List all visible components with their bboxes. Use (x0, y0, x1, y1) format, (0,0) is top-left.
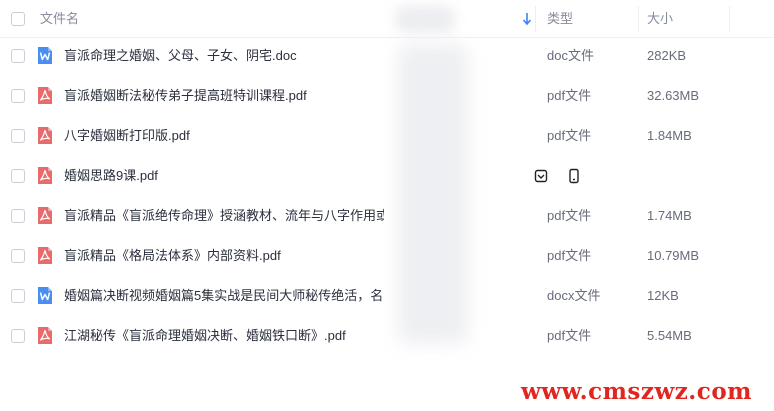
pdf-icon (38, 167, 52, 184)
pdf-icon (38, 247, 52, 264)
pdf-icon (38, 127, 52, 144)
file-size: 1.84MB (647, 128, 692, 143)
file-type: doc文件 (547, 48, 594, 63)
column-header-name[interactable]: 文件名 (40, 0, 79, 38)
file-name[interactable]: 盲派婚姻断法秘传弟子提高班特训课程.pdf (64, 76, 307, 116)
file-row[interactable]: 盲派精品《格局法体系》内部资料.pdf pdf文件 10.79MB (0, 236, 774, 276)
file-name[interactable]: 八字婚姻断打印版.pdf (64, 116, 190, 156)
row-checkbox[interactable] (11, 289, 25, 303)
file-row[interactable]: 盲派命理之婚姻、父母、子女、阴宅.doc doc文件 282KB (0, 36, 774, 76)
redacted-column-area (398, 44, 468, 344)
row-checkbox[interactable] (11, 209, 25, 223)
file-name[interactable]: 江湖秘传《盲派命理婚姻决断、婚姻铁口断》.pdf (64, 316, 346, 356)
row-checkbox[interactable] (11, 89, 25, 103)
column-divider (535, 6, 536, 32)
file-name[interactable]: 盲派精品《格局法体系》内部资料.pdf (64, 236, 281, 276)
file-type: pdf文件 (547, 208, 592, 223)
file-row[interactable]: 江湖秘传《盲派命理婚姻决断、婚姻铁口断》.pdf pdf文件 5.54MB (0, 316, 774, 356)
file-size: 10.79MB (647, 248, 700, 263)
row-checkbox[interactable] (11, 329, 25, 343)
file-size: 1.74MB (647, 208, 692, 223)
file-size: 282KB (647, 48, 687, 63)
file-name[interactable]: 盲派精品《盲派绝传命理》授涵教材、流年与八字作用或... (64, 196, 384, 236)
select-all-checkbox[interactable] (11, 12, 25, 26)
file-name[interactable]: 婚姻篇决断视频婚姻篇5集实战是民间大师秘传绝活，名... (64, 276, 384, 316)
row-checkbox[interactable] (11, 49, 25, 63)
column-divider (638, 6, 639, 32)
file-list-header: 文件名 类型 大小 (0, 0, 774, 38)
row-checkbox[interactable] (11, 129, 25, 143)
file-type: pdf文件 (547, 248, 592, 263)
file-name[interactable]: 婚姻思路9课.pdf (64, 156, 158, 196)
word-icon (38, 287, 52, 304)
column-header-type[interactable]: 类型 (547, 0, 573, 38)
file-type: pdf文件 (547, 328, 592, 343)
word-icon (38, 47, 52, 64)
column-header-size[interactable]: 大小 (647, 0, 673, 38)
file-row[interactable]: 盲派精品《盲派绝传命理》授涵教材、流年与八字作用或... pdf文件 1.74MB (0, 196, 774, 236)
file-size: 12KB (647, 288, 679, 303)
file-size: 32.63MB (647, 88, 700, 103)
row-checkbox[interactable] (11, 249, 25, 263)
row-checkbox[interactable] (11, 169, 25, 183)
watermark-text: www.cmszwz.com (521, 378, 752, 405)
file-type: pdf文件 (547, 128, 592, 143)
file-type: docx文件 (547, 288, 601, 303)
column-divider (729, 6, 730, 32)
file-row[interactable]: 婚姻思路9课.pdf (0, 156, 774, 196)
pdf-icon (38, 87, 52, 104)
file-row[interactable]: 八字婚姻断打印版.pdf pdf文件 1.84MB (0, 116, 774, 156)
redacted-header-area (395, 6, 455, 32)
file-row[interactable]: 婚姻篇决断视频婚姻篇5集实战是民间大师秘传绝活，名... docx文件 12KB (0, 276, 774, 316)
file-name[interactable]: 盲派命理之婚姻、父母、子女、阴宅.doc (64, 36, 297, 76)
file-size: 5.54MB (647, 328, 692, 343)
pdf-icon (38, 207, 52, 224)
send-to-phone-icon[interactable] (566, 168, 582, 184)
file-row[interactable]: 盲派婚姻断法秘传弟子提高班特训课程.pdf pdf文件 32.63MB (0, 76, 774, 116)
pdf-icon (38, 327, 52, 344)
save-to-netdisk-icon[interactable] (533, 168, 549, 184)
sort-desc-icon[interactable] (522, 12, 532, 26)
file-type: pdf文件 (547, 88, 592, 103)
